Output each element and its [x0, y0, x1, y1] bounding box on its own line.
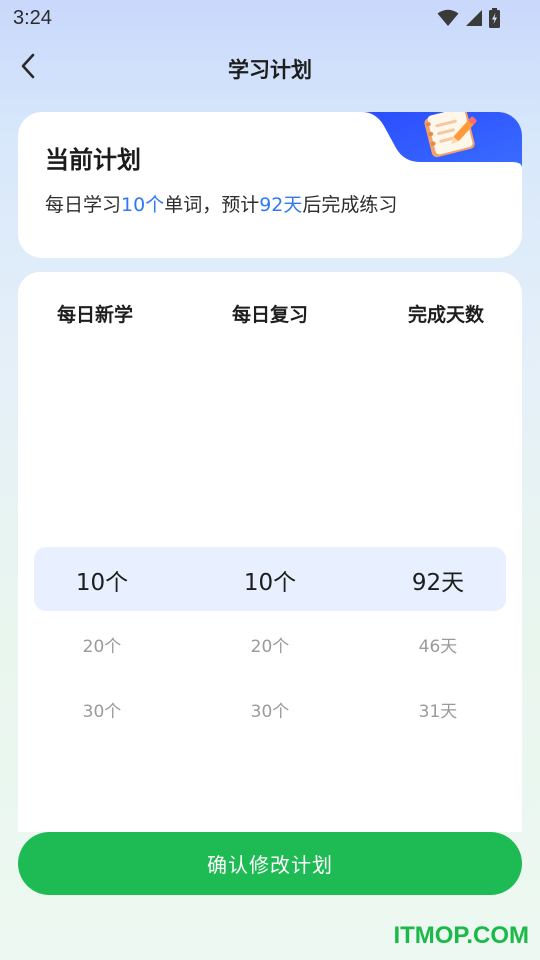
confirm-plan-button[interactable]: 确认修改计划	[18, 832, 522, 895]
nav-bar: 学习计划	[0, 42, 540, 94]
current-plan-card: 当前计划 每日学习10个单词，预计92天后完成练习	[18, 112, 522, 258]
current-plan-description: 每日学习10个单词，预计92天后完成练习	[45, 190, 397, 217]
daily-count-highlight: 10个	[121, 194, 165, 216]
battery-charging-icon	[489, 8, 500, 32]
picker-column-daily-review[interactable]: 10个 20个 30个	[190, 547, 350, 742]
picker-option[interactable]: 31天	[358, 677, 518, 742]
picker-option[interactable]: 20个	[190, 612, 350, 677]
header-completion-days: 完成天数	[407, 304, 484, 326]
picker-column-completion-days[interactable]: 92天 46天 31天	[358, 547, 518, 742]
desc-middle: 单词，预计	[164, 194, 260, 216]
wifi-icon	[437, 9, 459, 31]
picker-headers: 每日新学 每日复习 完成天数	[18, 300, 522, 330]
picker-option[interactable]: 30个	[22, 677, 182, 742]
picker-option[interactable]: 46天	[358, 612, 518, 677]
picker-column-daily-new[interactable]: 10个 20个 30个	[22, 547, 182, 742]
picker-option[interactable]: 30个	[190, 677, 350, 742]
cellular-signal-icon	[465, 9, 483, 31]
desc-suffix: 后完成练习	[302, 194, 398, 216]
notebook-pencil-icon	[362, 112, 522, 172]
watermark: ITMOP.COM	[393, 922, 529, 949]
status-icons	[437, 8, 500, 32]
status-time: 3:24	[13, 7, 52, 29]
picker-option[interactable]: 10个	[22, 547, 182, 612]
header-daily-review: 每日复习	[231, 304, 308, 326]
page-title: 学习计划	[228, 58, 312, 82]
days-highlight: 92天	[259, 194, 303, 216]
header-daily-new: 每日新学	[56, 304, 133, 326]
picker-option[interactable]: 92天	[358, 547, 518, 612]
plan-picker: 每日新学 每日复习 完成天数 10个 20个 30个 10个 20个 30个 9…	[18, 272, 522, 832]
current-plan-title: 当前计划	[45, 146, 141, 174]
status-bar: 3:24	[0, 0, 540, 36]
desc-prefix: 每日学习	[45, 194, 122, 216]
picker-option[interactable]: 10个	[190, 547, 350, 612]
picker-option[interactable]: 20个	[22, 612, 182, 677]
